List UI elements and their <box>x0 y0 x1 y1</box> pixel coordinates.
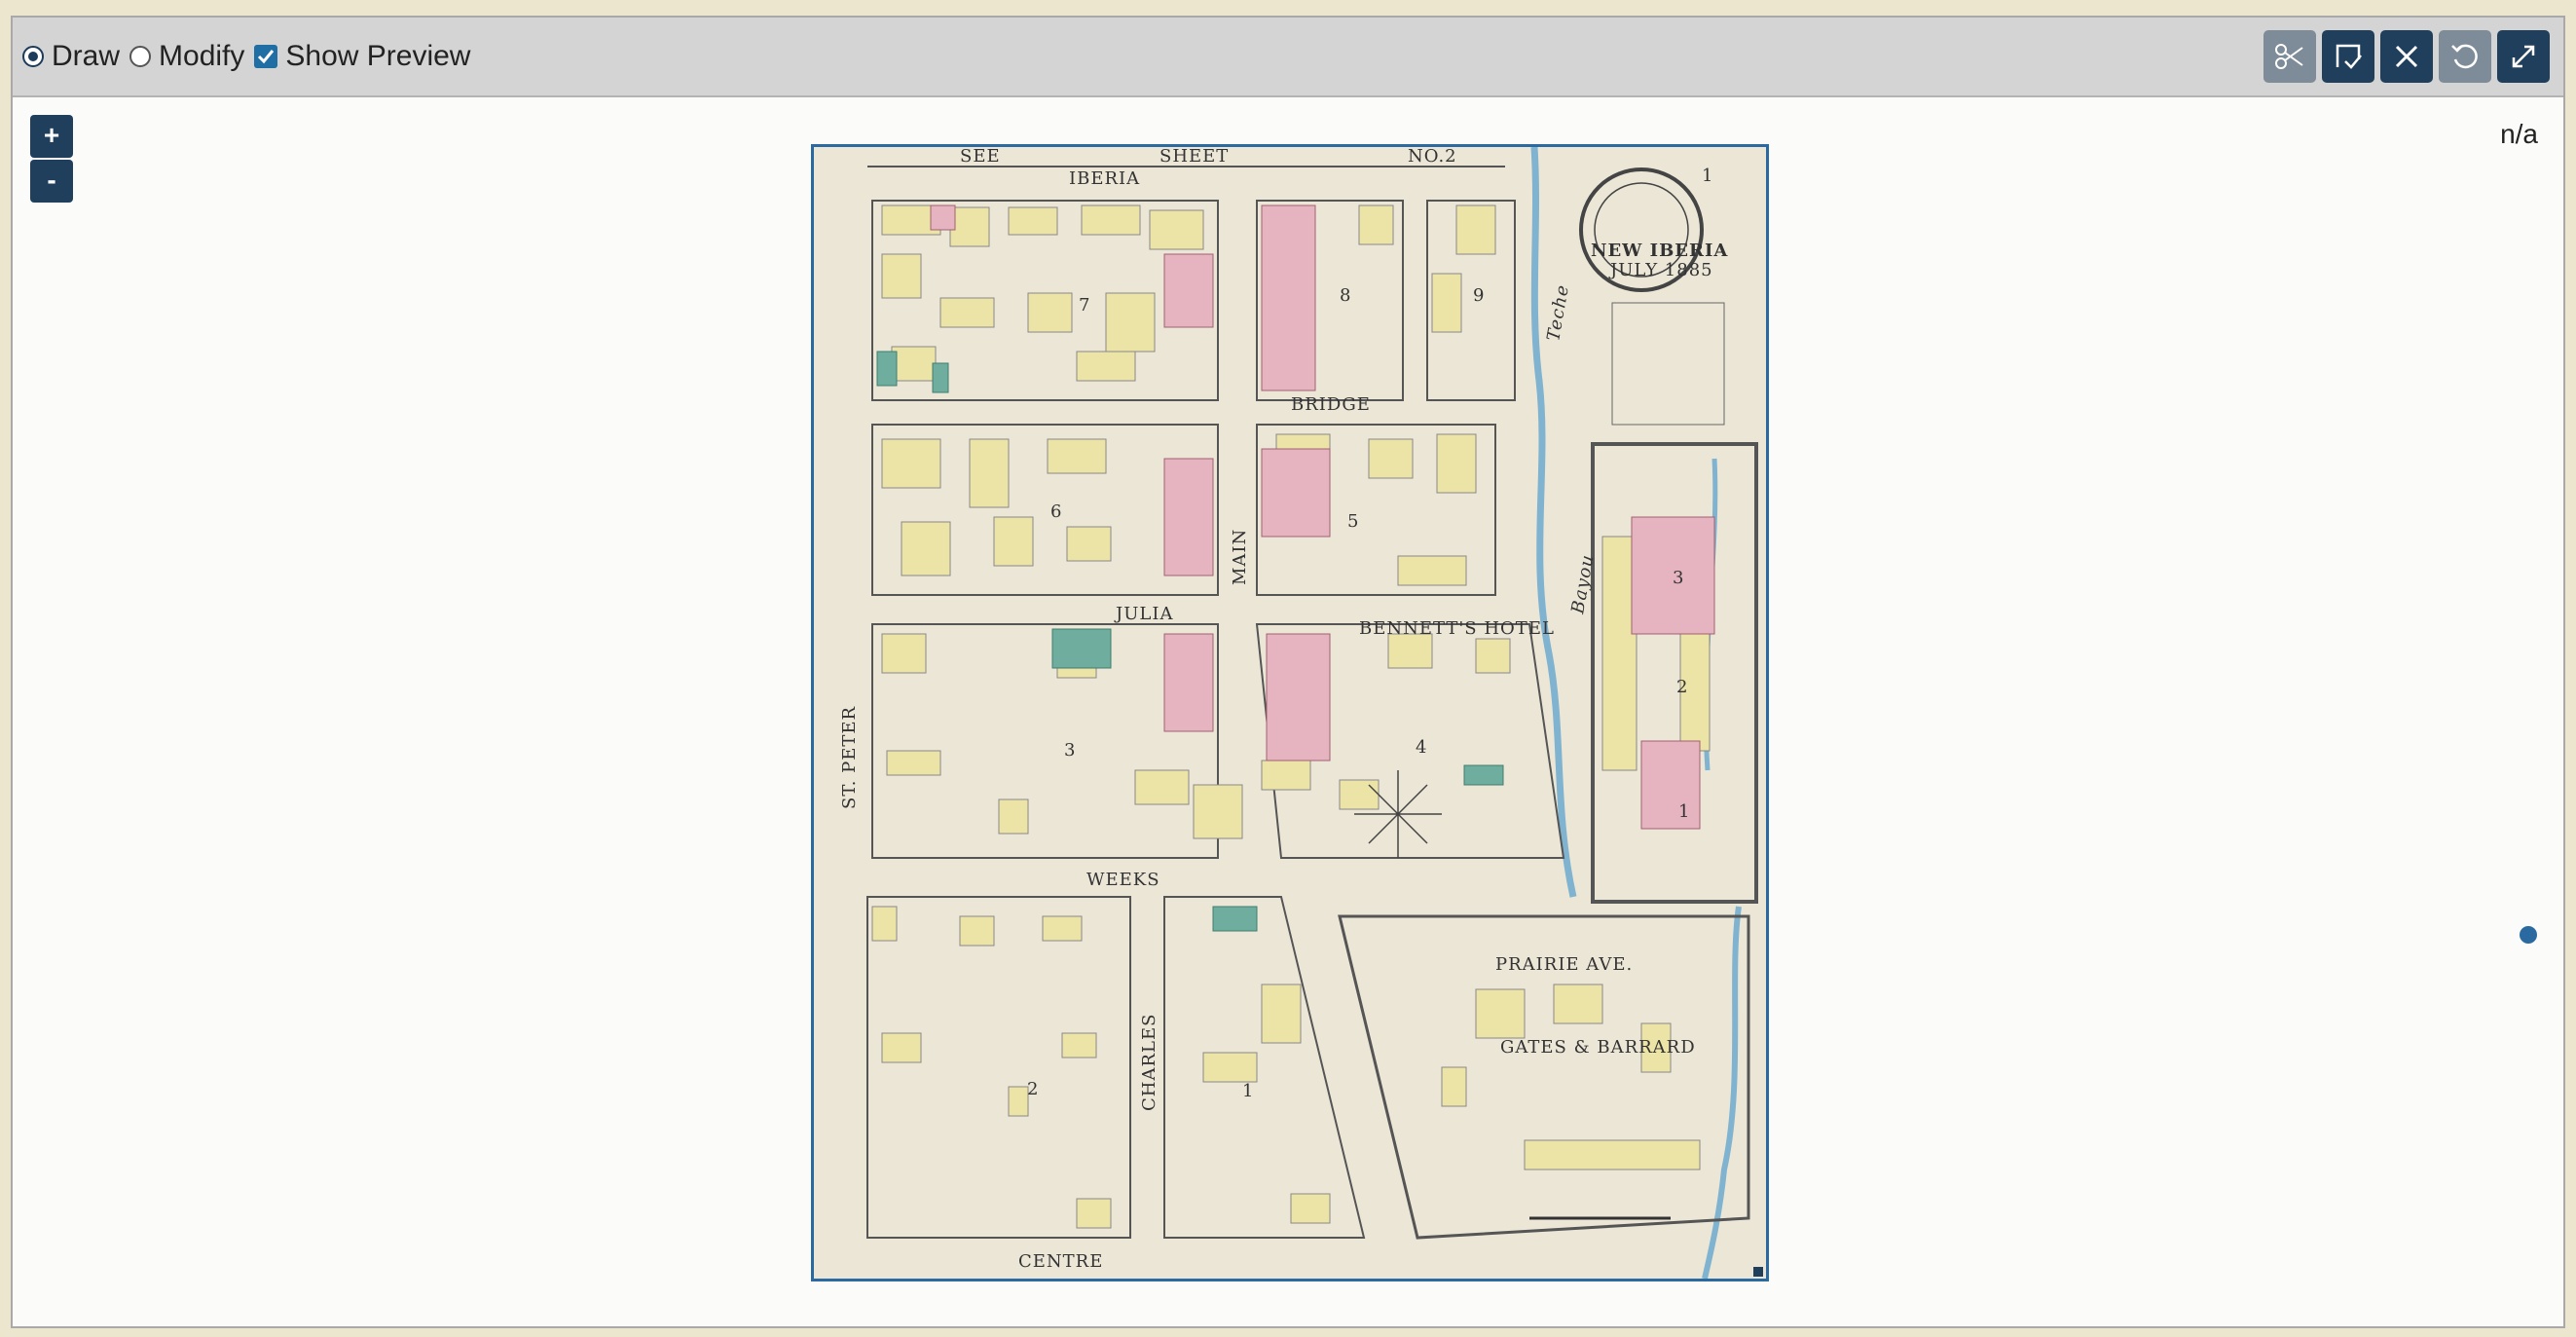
stamp-date: JULY 1885 <box>1608 260 1713 280</box>
block-number: 2 <box>1676 677 1687 697</box>
street-weeks: WEEKS <box>1086 870 1160 890</box>
close-icon <box>2390 40 2423 73</box>
street-main: MAIN <box>1230 529 1250 585</box>
modify-radio[interactable] <box>129 46 151 67</box>
block-number: 6 <box>1050 501 1061 522</box>
block-number: 7 <box>1079 295 1089 316</box>
map-label-sheet: SHEET <box>1159 147 1229 167</box>
block-number: 3 <box>1064 740 1075 761</box>
reshape-button[interactable] <box>2322 30 2374 83</box>
label-gates-barrard: GATES & BARRARD <box>1500 1037 1696 1058</box>
label-bennetts-hotel: BENNETT'S HOTEL <box>1359 618 1555 639</box>
map-editor: Draw Modify Show Preview <box>11 16 2565 1328</box>
draw-label[interactable]: Draw <box>52 40 120 73</box>
street-prairie-ave: PRAIRIE AVE. <box>1495 954 1633 975</box>
block-number: 9 <box>1473 285 1484 306</box>
cut-button[interactable] <box>2263 30 2316 83</box>
zoom-out-button[interactable]: - <box>30 160 73 203</box>
zoom-in-button[interactable]: + <box>30 115 73 158</box>
cut-icon <box>2273 40 2306 73</box>
scale-readout: n/a <box>2500 119 2538 150</box>
sanborn-map-sheet: SEE SHEET NO.2 <box>814 147 1766 1279</box>
street-charles: CHARLES <box>1139 1014 1159 1111</box>
block-number: 4 <box>1416 737 1426 758</box>
mode-draw[interactable]: Draw <box>22 40 129 73</box>
sheet-number: 1 <box>1702 166 1713 186</box>
block-number: 1 <box>1242 1081 1253 1101</box>
resize-handle[interactable] <box>1753 1267 1763 1277</box>
undo-icon <box>2448 40 2482 73</box>
toolbar: Draw Modify Show Preview <box>13 18 2563 97</box>
block-number: 8 <box>1340 285 1350 306</box>
tool-buttons <box>2263 30 2550 83</box>
delete-button[interactable] <box>2380 30 2433 83</box>
reshape-icon <box>2332 40 2365 73</box>
show-preview-checkbox[interactable] <box>254 45 277 68</box>
expand-button[interactable] <box>2497 30 2550 83</box>
block-number: 1 <box>1678 801 1689 822</box>
check-icon <box>256 47 276 66</box>
modify-label[interactable]: Modify <box>159 40 244 73</box>
map-label-no: NO.2 <box>1408 147 1457 167</box>
zoom-control: + - <box>30 115 73 203</box>
block-number: 3 <box>1673 568 1683 588</box>
street-st-peter: ST. PETER <box>839 706 860 809</box>
block-number: 5 <box>1347 511 1358 532</box>
show-preview-toggle[interactable]: Show Preview <box>254 40 480 73</box>
show-preview-label[interactable]: Show Preview <box>285 40 470 73</box>
map-image[interactable]: SEE SHEET NO.2 <box>811 144 1769 1281</box>
block-number: 2 <box>1027 1079 1038 1099</box>
map-edit-handle[interactable] <box>2520 926 2537 944</box>
draw-radio[interactable] <box>22 46 44 67</box>
map-label-see: SEE <box>960 147 1001 167</box>
street-bridge: BRIDGE <box>1291 394 1371 415</box>
street-julia: JULIA <box>1114 604 1173 624</box>
undo-button[interactable] <box>2439 30 2491 83</box>
street-centre: CENTRE <box>1018 1251 1103 1272</box>
mode-modify[interactable]: Modify <box>129 40 254 73</box>
expand-icon <box>2507 40 2540 73</box>
street-iberia: IBERIA <box>1069 168 1140 189</box>
stamp-city: NEW IBERIA <box>1591 241 1728 261</box>
